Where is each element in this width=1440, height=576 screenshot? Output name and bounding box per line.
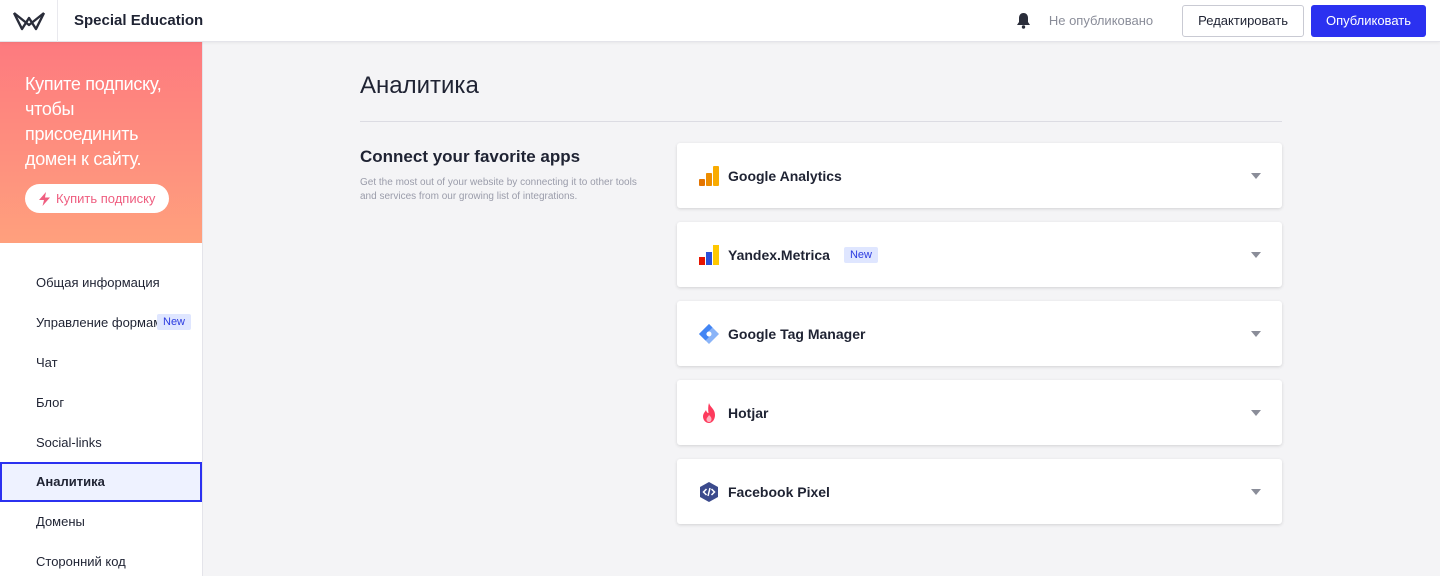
new-badge: New xyxy=(843,246,878,263)
intro-text: Get the most out of your website by conn… xyxy=(360,177,637,202)
sidebar-item-general[interactable]: Общая информация xyxy=(0,263,202,303)
integration-name: Google Tag Manager xyxy=(728,325,866,342)
sidebar-item-domains[interactable]: Домены xyxy=(0,502,202,542)
chevron-down-icon[interactable] xyxy=(1251,250,1261,260)
notifications-button[interactable] xyxy=(1015,12,1033,30)
integrations-list: Google Analytics Yandex.Metrica New Goog… xyxy=(677,143,1282,538)
sidebar-item-social-links[interactable]: Social-links xyxy=(0,422,202,462)
sidebar-item-custom-code[interactable]: Сторонний код xyxy=(0,542,202,576)
google-analytics-icon xyxy=(698,165,720,187)
integration-name: Google Analytics xyxy=(728,167,842,184)
top-bar: Special Education Не опубликовано Редакт… xyxy=(0,0,1440,42)
sidebar-item-label: Чат xyxy=(36,354,58,370)
sidebar-item-label: Social-links xyxy=(36,434,102,450)
wix-w-logo-icon xyxy=(12,11,45,30)
main-content: Аналитика Connect your favorite apps Get… xyxy=(360,42,1282,538)
integration-google-analytics[interactable]: Google Analytics xyxy=(677,143,1282,208)
integration-name: Hotjar xyxy=(728,404,769,421)
divider xyxy=(360,121,1282,122)
lightning-icon xyxy=(39,191,50,206)
buy-subscription-label: Купить подписку xyxy=(56,191,156,206)
settings-nav: Общая информация Управление формами New … xyxy=(0,263,202,576)
publish-status: Не опубликовано xyxy=(1048,13,1154,28)
bell-icon xyxy=(1017,13,1031,29)
sidebar-item-chat[interactable]: Чат xyxy=(0,343,202,383)
sidebar-item-label: Общая информация xyxy=(36,275,160,291)
facebook-pixel-icon xyxy=(698,481,720,503)
chevron-down-icon[interactable] xyxy=(1251,171,1261,181)
sidebar-item-forms[interactable]: Управление формами New xyxy=(0,303,202,343)
sidebar-item-blog[interactable]: Блог xyxy=(0,382,202,422)
sidebar-item-label: Аналитика xyxy=(36,474,105,490)
integration-facebook-pixel[interactable]: Facebook Pixel xyxy=(677,459,1282,524)
chevron-down-icon[interactable] xyxy=(1251,487,1261,497)
sidebar-item-label: Блог xyxy=(36,394,65,410)
chevron-down-icon[interactable] xyxy=(1251,408,1261,418)
hotjar-icon xyxy=(698,402,720,424)
sidebar-item-analytics[interactable]: Аналитика xyxy=(0,461,202,502)
edit-button[interactable]: Редактировать xyxy=(1182,4,1304,37)
sidebar-item-label: Сторонний код xyxy=(36,553,126,569)
publish-button[interactable]: Опубликовать xyxy=(1310,4,1426,37)
google-tag-manager-icon xyxy=(698,323,720,345)
new-badge: New xyxy=(157,313,192,330)
site-name: Special Education xyxy=(74,12,204,29)
integration-name: Facebook Pixel xyxy=(728,483,830,500)
integration-yandex-metrica[interactable]: Yandex.Metrica New xyxy=(677,222,1282,287)
integration-hotjar[interactable]: Hotjar xyxy=(677,380,1282,445)
integrations-intro: Connect your favorite apps Get the most … xyxy=(360,143,677,538)
sidebar-item-label: Домены xyxy=(36,514,85,530)
chevron-down-icon[interactable] xyxy=(1251,329,1261,339)
integration-google-tag-manager[interactable]: Google Tag Manager xyxy=(677,301,1282,366)
page-title: Аналитика xyxy=(360,72,479,99)
sidebar: Купите подписку, чтобы присоединить доме… xyxy=(0,42,203,576)
intro-title: Connect your favorite apps xyxy=(360,147,581,166)
yandex-metrica-icon xyxy=(698,244,720,266)
buy-subscription-button[interactable]: Купить подписку xyxy=(25,184,170,213)
subscription-promo: Купите подписку, чтобы присоединить доме… xyxy=(0,42,202,243)
promo-text: Купите подписку, чтобы присоединить доме… xyxy=(25,74,162,169)
logo[interactable] xyxy=(0,0,58,42)
sidebar-item-label: Управление формами xyxy=(36,315,170,331)
integration-name: Yandex.Metrica xyxy=(728,246,830,263)
